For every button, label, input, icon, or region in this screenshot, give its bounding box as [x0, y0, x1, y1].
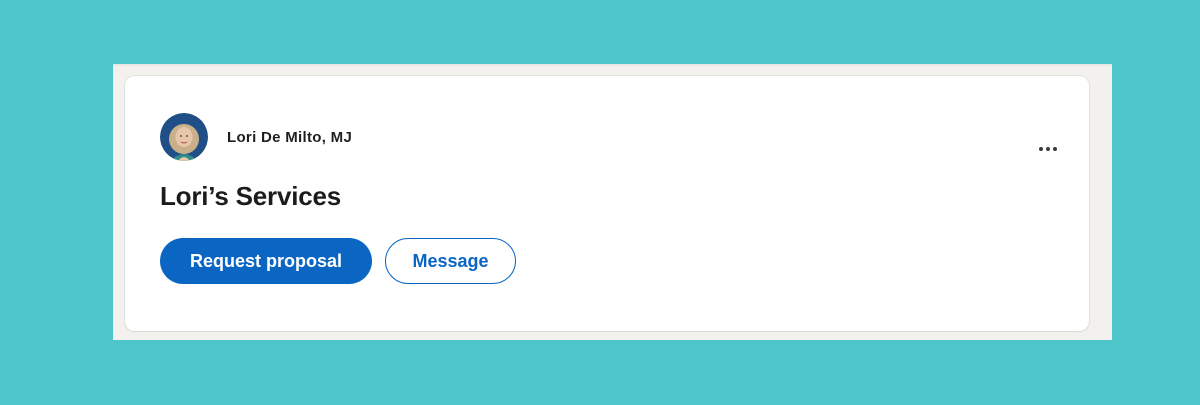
request-proposal-button[interactable]: Request proposal — [160, 238, 372, 284]
avatar[interactable] — [160, 113, 208, 161]
dot — [1039, 147, 1043, 151]
more-options-icon[interactable] — [1034, 139, 1062, 159]
services-title: Lori’s Services — [160, 181, 342, 211]
action-buttons: Request proposal Message — [160, 238, 516, 284]
author-name[interactable]: Lori De Milto, MJ — [227, 129, 352, 146]
dot — [1053, 147, 1057, 151]
page-backdrop: Lori De Milto, MJ Lori’s Services Reques… — [113, 64, 1112, 340]
message-button[interactable]: Message — [385, 238, 516, 284]
services-card: Lori De Milto, MJ Lori’s Services Reques… — [125, 76, 1089, 331]
author-header[interactable]: Lori De Milto, MJ — [160, 113, 352, 161]
dot — [1046, 147, 1050, 151]
